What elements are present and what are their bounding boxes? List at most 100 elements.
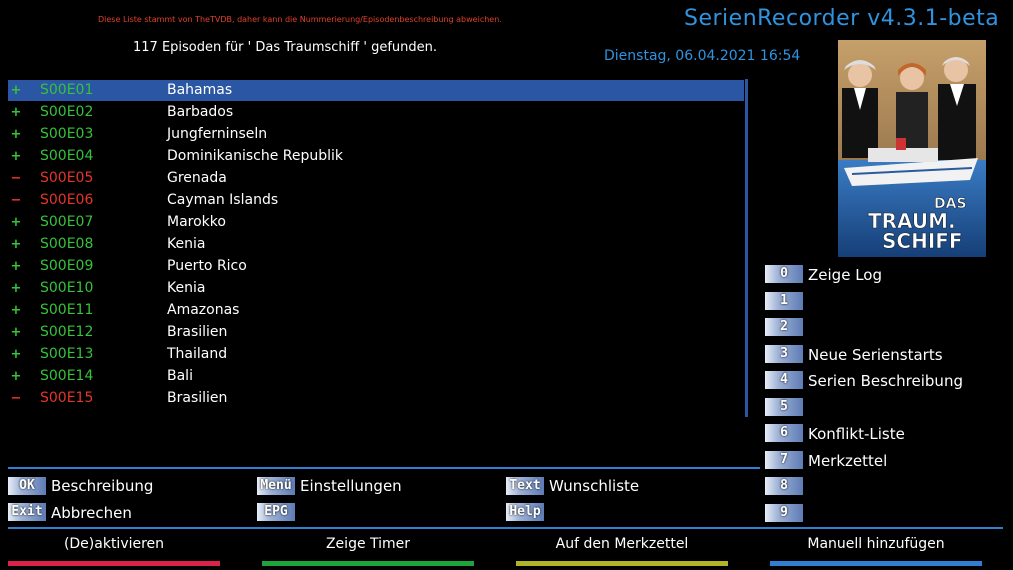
list-scrollbar[interactable] xyxy=(745,79,748,417)
episode-row[interactable]: + S00E14 Bali xyxy=(8,366,744,387)
episode-row[interactable]: + S00E08 Kenia xyxy=(8,234,744,255)
menu-key-label: Einstellungen xyxy=(300,477,402,495)
ok-key-label: Beschreibung xyxy=(51,477,154,495)
episode-code: S00E03 xyxy=(40,126,94,142)
blue-button-bar xyxy=(770,561,982,566)
epg-key[interactable]: EPG xyxy=(257,503,295,521)
status-sign: + xyxy=(10,149,22,164)
episode-code: S00E07 xyxy=(40,214,94,230)
number-key-label: Konflikt-Liste xyxy=(808,425,905,443)
text-key[interactable]: Text xyxy=(506,477,544,495)
status-sign: + xyxy=(10,347,22,362)
episode-title: Kenia xyxy=(167,236,206,252)
source-notice: Diese Liste stammt von TheTVDB, daher ka… xyxy=(98,15,502,24)
number-key-5[interactable]: 5 xyxy=(765,397,803,416)
blue-button-add-manually[interactable]: Manuell hinzufügen xyxy=(770,536,982,552)
episode-row[interactable]: − S00E06 Cayman Islands xyxy=(8,190,744,211)
number-key-0[interactable]: 0 xyxy=(765,265,803,283)
menu-key[interactable]: Menü xyxy=(257,477,295,495)
episode-code: S00E01 xyxy=(40,82,94,98)
episode-row[interactable]: + S00E13 Thailand xyxy=(8,344,744,365)
episode-code: S00E08 xyxy=(40,236,94,252)
episode-row[interactable]: + S00E02 Barbados xyxy=(8,102,744,123)
status-sign: + xyxy=(10,237,22,252)
exit-key-label: Abbrechen xyxy=(51,504,132,522)
number-key-6[interactable]: 6 xyxy=(765,424,803,442)
episode-code: S00E09 xyxy=(40,258,94,274)
status-sign: + xyxy=(10,303,22,318)
episode-row[interactable]: + S00E04 Dominikanische Republik xyxy=(8,146,744,167)
green-button-show-timer[interactable]: Zeige Timer xyxy=(262,536,474,552)
status-sign: − xyxy=(10,171,22,186)
status-sign: + xyxy=(10,127,22,142)
episode-code: S00E10 xyxy=(40,280,94,296)
episode-row[interactable]: + S00E12 Brasilien xyxy=(8,322,744,343)
ok-key[interactable]: OK xyxy=(8,477,46,495)
number-key-4[interactable]: 4 xyxy=(765,371,803,389)
exit-key[interactable]: Exit xyxy=(8,503,46,521)
episodes-found-text: 117 Episoden für ' Das Traumschiff ' gef… xyxy=(133,40,437,55)
episode-title: Thailand xyxy=(167,346,228,362)
red-button-deactivate[interactable]: (De)aktivieren xyxy=(8,536,220,552)
episode-title: Barbados xyxy=(167,104,234,120)
episode-code: S00E02 xyxy=(40,104,94,120)
status-sign: + xyxy=(10,369,22,384)
episode-title: Puerto Rico xyxy=(167,258,247,274)
yellow-button-bar xyxy=(516,561,728,566)
status-sign: + xyxy=(10,281,22,296)
number-key-3[interactable]: 3 xyxy=(765,344,803,363)
number-key-7[interactable]: 7 xyxy=(765,450,803,469)
episode-title: Brasilien xyxy=(167,324,228,340)
datetime: Dienstag, 06.04.2021 16:54 xyxy=(604,48,801,64)
red-button-bar xyxy=(8,561,220,566)
episode-row[interactable]: + S00E07 Marokko xyxy=(8,212,744,233)
status-sign: + xyxy=(10,325,22,340)
episode-row[interactable]: + S00E11 Amazonas xyxy=(8,300,744,321)
green-button-bar xyxy=(262,561,474,566)
number-key-9[interactable]: 9 xyxy=(765,503,803,522)
episode-title: Amazonas xyxy=(167,302,240,318)
episode-row[interactable]: − S00E05 Grenada xyxy=(8,168,744,189)
episode-title: Kenia xyxy=(167,280,206,296)
episode-code: S00E11 xyxy=(40,302,94,318)
number-key-label: Serien Beschreibung xyxy=(808,372,963,390)
episode-code: S00E04 xyxy=(40,148,94,164)
text-key-label: Wunschliste xyxy=(549,477,640,495)
episode-row[interactable]: + S00E09 Puerto Rico xyxy=(8,256,744,277)
series-cover-image: DAS TRAUM. SCHIFF xyxy=(838,40,986,257)
episode-code: S00E12 xyxy=(40,324,94,340)
episode-title: Grenada xyxy=(167,170,227,186)
episode-title: Bali xyxy=(167,368,193,384)
episode-title: Brasilien xyxy=(167,390,228,406)
number-key-label: Merkzettel xyxy=(808,451,888,470)
episode-list[interactable]: + S00E01 Bahamas + S00E02 Barbados + S00E03 Jung… xyxy=(8,79,746,417)
yellow-button-add-to-watchlist[interactable]: Auf den Merkzettel xyxy=(516,536,728,552)
episode-title: Dominikanische Republik xyxy=(167,148,344,164)
help-key[interactable]: Help xyxy=(506,503,544,521)
episode-code: S00E05 xyxy=(40,170,94,186)
status-sign: − xyxy=(10,193,22,208)
episode-code: S00E06 xyxy=(40,192,94,208)
episode-code: S00E14 xyxy=(40,368,94,384)
episode-title: Cayman Islands xyxy=(167,192,279,208)
episode-code: S00E13 xyxy=(40,346,94,362)
divider xyxy=(8,467,760,469)
episode-row[interactable]: − S00E15 Brasilien xyxy=(8,388,744,409)
number-key-label: Neue Serienstarts xyxy=(808,345,943,364)
status-sign: + xyxy=(10,215,22,230)
episode-row[interactable]: + S00E03 Jungferninseln xyxy=(8,124,744,145)
episode-title: Jungferninseln xyxy=(167,126,268,142)
status-sign: − xyxy=(10,391,22,406)
divider xyxy=(8,527,1003,529)
number-key-1[interactable]: 1 xyxy=(765,291,803,310)
status-sign: + xyxy=(10,105,22,120)
episode-title: Bahamas xyxy=(167,82,233,98)
cover-logo-text: SCHIFF xyxy=(882,229,963,253)
app-title: SerienRecorder v4.3.1-beta xyxy=(684,6,1000,31)
episode-row[interactable]: + S00E01 Bahamas xyxy=(8,80,744,101)
episode-title: Marokko xyxy=(167,214,226,230)
episode-row[interactable]: + S00E10 Kenia xyxy=(8,278,744,299)
number-key-2[interactable]: 2 xyxy=(765,318,803,336)
number-key-8[interactable]: 8 xyxy=(765,477,803,495)
status-sign: + xyxy=(10,259,22,274)
